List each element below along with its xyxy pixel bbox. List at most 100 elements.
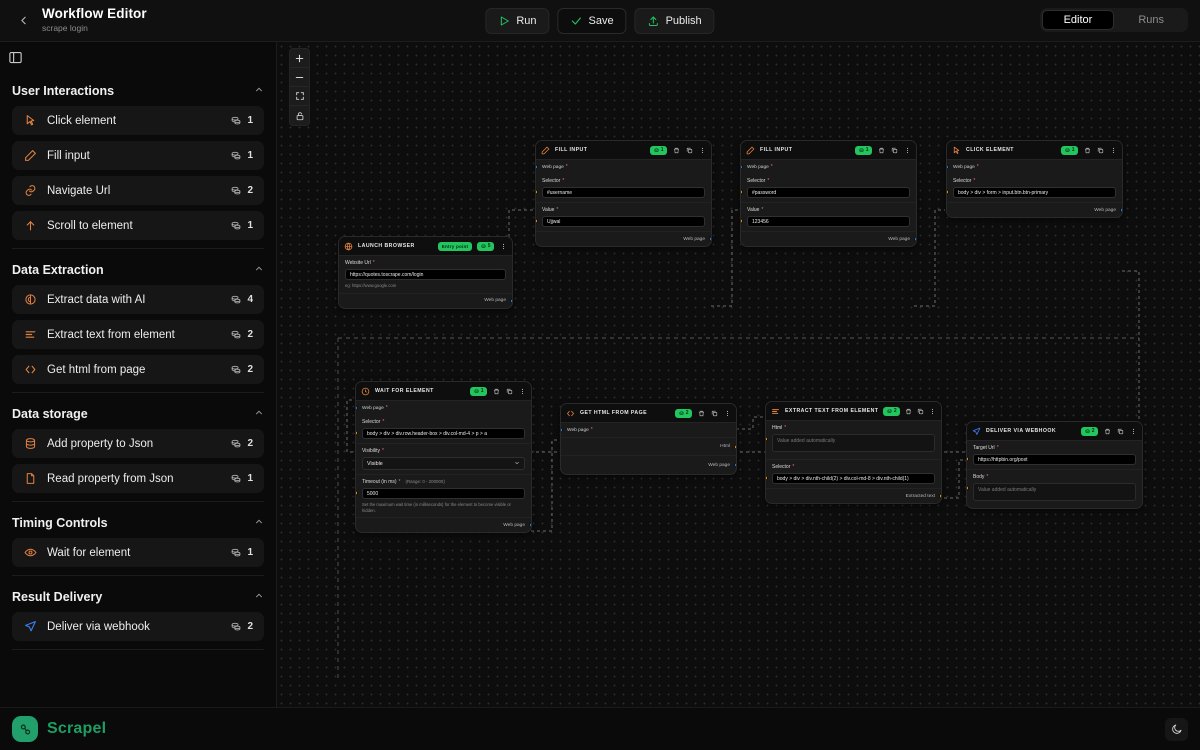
- port-handle-selector[interactable]: [536, 189, 538, 195]
- more-icon[interactable]: [1129, 427, 1137, 436]
- node-fill-input-username[interactable]: Fill Input 1: [535, 140, 712, 247]
- more-icon[interactable]: [1109, 146, 1117, 155]
- port-handle-out[interactable]: [939, 493, 941, 499]
- tab-runs[interactable]: Runs: [1116, 10, 1186, 30]
- zoom-out-button[interactable]: [290, 68, 309, 87]
- output-port-webpage[interactable]: Web page: [947, 203, 1122, 217]
- delete-icon[interactable]: [492, 387, 500, 396]
- selector-input[interactable]: body > div > div.row.header-box > div.co…: [362, 428, 525, 439]
- output-port-html[interactable]: Html: [561, 438, 736, 456]
- run-button[interactable]: Run: [485, 7, 550, 34]
- port-handle-out-webpage[interactable]: [734, 462, 736, 468]
- theme-toggle-button[interactable]: [1165, 717, 1188, 741]
- copy-icon[interactable]: [710, 409, 718, 418]
- scrapel-logo-icon[interactable]: [12, 716, 38, 742]
- port-handle-value[interactable]: [536, 218, 538, 224]
- node-launch-browser[interactable]: Launch Browser Entry point 5 Website Url…: [338, 236, 513, 309]
- output-port-webpage[interactable]: Web page: [356, 518, 531, 532]
- delete-icon[interactable]: [1083, 146, 1091, 155]
- lock-canvas-button[interactable]: [290, 106, 309, 125]
- port-handle-timeout[interactable]: [356, 490, 358, 496]
- port-handle-selector[interactable]: [741, 189, 743, 195]
- back-button[interactable]: [12, 10, 34, 32]
- website-url-input[interactable]: https://quotes.toscrape.com/login: [345, 269, 506, 280]
- sidebar-group-header[interactable]: Data storage: [12, 395, 264, 429]
- node-wait-for-element[interactable]: Wait For Element 1: [355, 381, 532, 534]
- chevron-up-icon[interactable]: [254, 408, 264, 421]
- input-port-webpage[interactable]: Web page *: [947, 160, 1122, 174]
- selector-input[interactable]: #password: [747, 187, 910, 198]
- sidebar-group-header[interactable]: Timing Controls: [12, 504, 264, 538]
- copy-icon[interactable]: [917, 407, 924, 416]
- more-icon[interactable]: [903, 146, 911, 155]
- delete-icon[interactable]: [672, 146, 680, 155]
- port-handle-value[interactable]: [741, 218, 743, 224]
- selector-input[interactable]: #username: [542, 187, 705, 198]
- save-button[interactable]: Save: [557, 7, 627, 34]
- copy-icon[interactable]: [685, 146, 693, 155]
- html-input[interactable]: Value added automatically: [772, 434, 935, 452]
- port-handle-out[interactable]: [914, 236, 916, 242]
- port-handle-out-html[interactable]: [734, 444, 736, 449]
- port-handle-in[interactable]: [741, 164, 743, 170]
- delete-icon[interactable]: [1103, 427, 1111, 436]
- port-handle-out[interactable]: [1120, 207, 1122, 213]
- delete-icon[interactable]: [877, 146, 885, 155]
- copy-icon[interactable]: [890, 146, 898, 155]
- sidebar-item-fill-input[interactable]: Fill input 1: [12, 141, 264, 170]
- selector-input[interactable]: body > div > form > input.btn.btn-primar…: [953, 187, 1116, 198]
- port-handle-out[interactable]: [709, 236, 711, 242]
- delete-icon[interactable]: [905, 407, 912, 416]
- port-handle-out[interactable]: [529, 522, 531, 528]
- chevron-up-icon[interactable]: [254, 517, 264, 530]
- sidebar-item-add-property-to-json[interactable]: Add property to Json 2: [12, 429, 264, 458]
- zoom-in-button[interactable]: [290, 49, 309, 68]
- sidebar-item-extract-data-with-ai[interactable]: Extract data with AI 4: [12, 285, 264, 314]
- more-icon[interactable]: [499, 242, 507, 251]
- selector-input[interactable]: body > div > div.nth-child(2) > div.col-…: [772, 473, 935, 484]
- sidebar-item-deliver-via-webhook[interactable]: Deliver via webhook 2: [12, 612, 264, 641]
- port-handle-in[interactable]: [947, 164, 949, 170]
- copy-icon[interactable]: [505, 387, 513, 396]
- more-icon[interactable]: [518, 387, 526, 396]
- port-handle-target-url[interactable]: [967, 456, 969, 462]
- sidebar-item-read-property-from-json[interactable]: Read property from Json 1: [12, 464, 264, 493]
- sidebar-item-extract-text-from-element[interactable]: Extract text from element 2: [12, 320, 264, 349]
- value-input[interactable]: Ujjwal: [542, 216, 705, 227]
- sidebar-group-header[interactable]: Data Extraction: [12, 251, 264, 285]
- sidebar-item-get-html-from-page[interactable]: Get html from page 2: [12, 355, 264, 384]
- panel-left-icon[interactable]: [8, 50, 23, 65]
- output-port-webpage[interactable]: Web page: [561, 456, 736, 474]
- copy-icon[interactable]: [1096, 146, 1104, 155]
- sidebar-item-wait-for-element[interactable]: Wait for element 1: [12, 538, 264, 567]
- publish-button[interactable]: Publish: [634, 7, 715, 34]
- input-port-webpage[interactable]: Web page *: [561, 423, 736, 438]
- port-handle-in[interactable]: [561, 427, 563, 433]
- output-port-webpage[interactable]: Web page: [741, 232, 916, 246]
- port-handle-selector[interactable]: [766, 475, 768, 481]
- chevron-up-icon[interactable]: [254, 591, 264, 604]
- more-icon[interactable]: [929, 407, 936, 416]
- port-handle-selector[interactable]: [947, 189, 949, 195]
- workflow-canvas[interactable]: Launch Browser Entry point 5 Website Url…: [277, 42, 1200, 707]
- tab-editor[interactable]: Editor: [1041, 10, 1115, 30]
- input-port-webpage[interactable]: Web page *: [741, 160, 916, 174]
- port-handle-selector[interactable]: [356, 430, 358, 436]
- timeout-input[interactable]: 5000: [362, 488, 525, 499]
- more-icon[interactable]: [698, 146, 706, 155]
- sidebar-item-click-element[interactable]: Click element 1: [12, 106, 264, 135]
- node-deliver-via-webhook[interactable]: Deliver Via Webhook 2: [966, 421, 1143, 509]
- node-get-html-from-page[interactable]: Get Html From Page 2: [560, 403, 737, 475]
- port-handle-body[interactable]: [967, 485, 969, 491]
- port-handle-in[interactable]: [356, 405, 358, 411]
- output-port-extracted-text[interactable]: Extracted text: [766, 489, 941, 503]
- output-port-webpage[interactable]: Web page: [339, 294, 512, 308]
- input-port-webpage[interactable]: Web page *: [536, 160, 711, 174]
- output-port-webpage[interactable]: Web page: [536, 232, 711, 246]
- more-icon[interactable]: [723, 409, 731, 418]
- node-fill-input-password[interactable]: Fill Input 1: [740, 140, 917, 247]
- delete-icon[interactable]: [697, 409, 705, 418]
- fit-view-button[interactable]: [290, 87, 309, 106]
- chevron-up-icon[interactable]: [254, 85, 264, 98]
- sidebar-item-scroll-to-element[interactable]: Scroll to element 1: [12, 211, 264, 240]
